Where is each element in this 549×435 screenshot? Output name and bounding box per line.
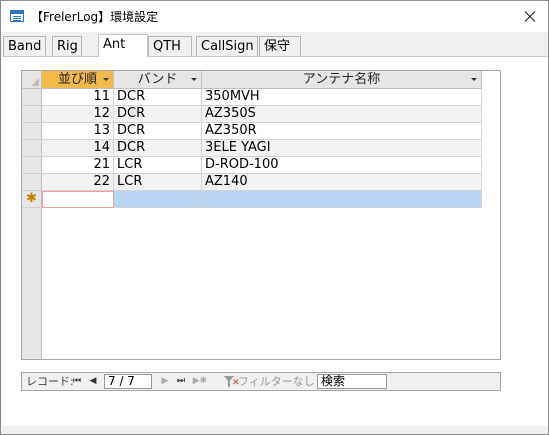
title-bar: 【FrelerLog】環境設定 [1, 1, 548, 32]
antenna-cell[interactable]: 350MVH [202, 89, 482, 106]
filter-toggle[interactable]: フィルターなし [238, 373, 315, 390]
order-cell[interactable]: 13 [42, 123, 114, 140]
table-row[interactable]: 11 DCR 350MVH [22, 89, 500, 106]
table-row[interactable]: 14 DCR 3ELE YAGI [22, 140, 500, 157]
record-navigator: レコード: ⏮ ◀ 7 / 7 ▶ ⏭ ▶✱ ✕ フィルターなし 検索 [21, 372, 501, 391]
tab-maintenance[interactable]: 保守 [259, 36, 301, 56]
chevron-down-icon[interactable] [471, 78, 477, 81]
band-cell[interactable]: DCR [114, 106, 202, 123]
settings-window: 【FrelerLog】環境設定 Band Rig Ant QTH CallSig… [0, 0, 549, 435]
band-cell[interactable]: LCR [114, 174, 202, 191]
antenna-datasheet: 並び順 バンド アンテナ名称 11 DCR 350MVH 12 DCR AZ35… [21, 70, 501, 360]
record-label: レコード: [26, 375, 74, 388]
last-record-button[interactable]: ⏭ [176, 373, 186, 390]
tab-ant[interactable]: Ant [98, 34, 148, 57]
order-cell[interactable]: 22 [42, 174, 114, 191]
order-cell[interactable]: 14 [42, 140, 114, 157]
new-record-button[interactable]: ▶✱ [192, 373, 208, 390]
next-record-button[interactable]: ▶ [160, 373, 170, 390]
first-record-button[interactable]: ⏮ [72, 373, 82, 390]
record-selector[interactable] [22, 106, 42, 123]
band-cell[interactable]: DCR [114, 140, 202, 157]
order-cell[interactable]: 12 [42, 106, 114, 123]
ant-tab-panel: 並び順 バンド アンテナ名称 11 DCR 350MVH 12 DCR AZ35… [2, 56, 548, 426]
prev-record-button[interactable]: ◀ [88, 373, 98, 390]
table-row[interactable]: 13 DCR AZ350R [22, 123, 500, 140]
table-row[interactable]: 21 LCR D-ROD-100 [22, 157, 500, 174]
chevron-down-icon[interactable] [191, 78, 197, 81]
new-order-cell[interactable] [42, 191, 114, 208]
column-header-antenna-label: アンテナ名称 [302, 72, 381, 87]
new-antenna-cell[interactable] [202, 191, 482, 208]
record-selector[interactable] [22, 174, 42, 191]
record-selector-column [22, 208, 42, 359]
band-cell[interactable]: DCR [114, 123, 202, 140]
antenna-cell[interactable]: AZ140 [202, 174, 482, 191]
window-title: 【FrelerLog】環境設定 [31, 10, 159, 24]
column-header-order-label: 並び順 [57, 72, 97, 87]
record-selector[interactable] [22, 123, 42, 140]
band-cell[interactable]: LCR [114, 157, 202, 174]
order-cell[interactable]: 21 [42, 157, 114, 174]
table-row[interactable]: 12 DCR AZ350S [22, 106, 500, 123]
column-header-antenna[interactable]: アンテナ名称 [202, 71, 482, 89]
tab-band[interactable]: Band [3, 36, 46, 56]
column-header-band[interactable]: バンド [114, 71, 202, 89]
search-input[interactable]: 検索 [317, 374, 387, 389]
tab-callsign[interactable]: CallSign [196, 36, 258, 56]
antenna-cell[interactable]: D-ROD-100 [202, 157, 482, 174]
chevron-down-icon[interactable] [103, 78, 109, 81]
band-cell[interactable]: DCR [114, 89, 202, 106]
antenna-cell[interactable]: AZ350R [202, 123, 482, 140]
record-selector[interactable] [22, 89, 42, 106]
new-record-row[interactable]: ✱ [22, 191, 500, 208]
order-cell[interactable]: 11 [42, 89, 114, 106]
record-selector[interactable] [22, 140, 42, 157]
new-record-icon[interactable]: ✱ [22, 191, 42, 208]
tab-strip: Band Rig Ant QTH CallSign 保守 [1, 34, 548, 57]
record-position-input[interactable]: 7 / 7 [104, 374, 152, 389]
column-header-band-label: バンド [137, 72, 178, 87]
record-selector[interactable] [22, 157, 42, 174]
form-icon [10, 10, 24, 22]
table-row[interactable]: 22 LCR AZ140 [22, 174, 500, 191]
antenna-cell[interactable]: 3ELE YAGI [202, 140, 482, 157]
tab-rig[interactable]: Rig [52, 36, 82, 56]
select-all-corner[interactable] [22, 71, 42, 89]
tab-qth[interactable]: QTH [148, 36, 192, 56]
column-header-order[interactable]: 並び順 [42, 71, 114, 89]
new-band-cell[interactable] [114, 191, 202, 208]
antenna-cell[interactable]: AZ350S [202, 106, 482, 123]
close-button[interactable] [512, 1, 548, 32]
